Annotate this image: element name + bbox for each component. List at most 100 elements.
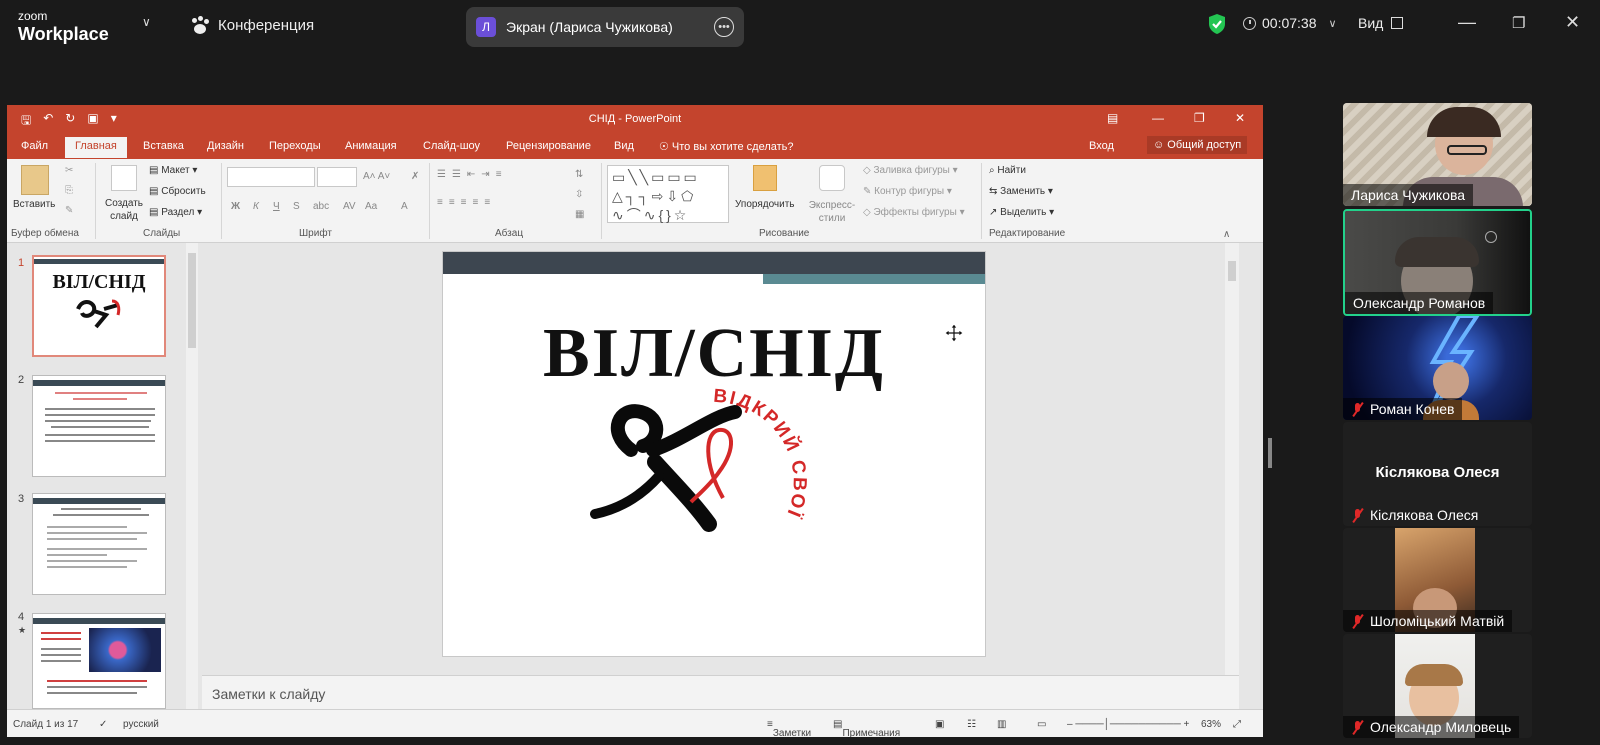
tell-me-search[interactable]: ☉ Что вы хотите сделать? xyxy=(659,140,794,153)
list-icons[interactable]: ☰☰⇤⇥≡ xyxy=(437,169,508,180)
quick-styles-button[interactable]: Экспресс-стили xyxy=(807,199,857,225)
shadow-button[interactable]: S xyxy=(293,201,300,212)
screen-share-indicator[interactable]: Л Экран (Лариса Чужикова) ••• xyxy=(466,7,744,47)
thumbnails-scrollbar[interactable] xyxy=(186,243,198,709)
tab-file[interactable]: Файл xyxy=(21,140,48,152)
strikethrough-icon[interactable]: abc xyxy=(313,201,329,212)
thumbnail-slide-2[interactable] xyxy=(32,375,166,477)
participant-tile[interactable]: Лариса Чужикова xyxy=(1343,103,1532,206)
more-options-icon[interactable]: ••• xyxy=(714,17,734,37)
participant-tile[interactable]: Кіслякова Олеся Кіслякова Олеся xyxy=(1343,422,1532,526)
clock-icon xyxy=(1243,16,1256,30)
shape-effects-label: Эффекты фигуры xyxy=(873,207,957,218)
comments-toggle[interactable]: ▤ Примечания xyxy=(833,719,900,737)
paste-icon[interactable] xyxy=(21,165,49,195)
section-button[interactable]: ▤ Раздел ▾ xyxy=(149,207,202,218)
shape-effects-button[interactable]: ◇ Эффекты фигуры ▾ xyxy=(863,207,965,218)
reset-button[interactable]: ▤ Сбросить xyxy=(149,186,206,197)
slide-sorter-icon[interactable]: ☷ xyxy=(967,719,976,730)
shield-check-icon[interactable] xyxy=(1207,13,1227,35)
tab-animations[interactable]: Анимация xyxy=(345,140,397,152)
cut-icon[interactable]: ✂ xyxy=(65,165,73,176)
shape-fill-button[interactable]: ◇ Заливка фигуры ▾ xyxy=(863,165,958,176)
bold-button[interactable]: Ж xyxy=(231,201,240,212)
close-icon[interactable]: ✕ xyxy=(1565,12,1580,33)
grow-font-icon[interactable]: A˄ A˅ xyxy=(363,171,390,182)
ppt-restore-icon[interactable]: ❐ xyxy=(1194,111,1205,125)
participant-tile[interactable]: Шоломіцький Матвій xyxy=(1343,528,1532,632)
shapes-gallery[interactable]: ▭╲╲▭▭▭ △┐┐⇨⇩⬠ ∿⌒∿{}☆ xyxy=(607,165,729,223)
ppt-minimize-icon[interactable]: — xyxy=(1152,111,1164,125)
share-button[interactable]: ☺ Общий доступ xyxy=(1147,136,1248,154)
tab-review[interactable]: Рецензирование xyxy=(506,140,591,152)
zoom-slider[interactable]: – ────│────────── + xyxy=(1067,719,1189,730)
underline-button[interactable]: Ч xyxy=(273,201,280,212)
notes-toggle[interactable]: ≡ Заметки xyxy=(767,719,811,737)
shape-fill-label: Заливка фигуры xyxy=(873,165,950,176)
spellcheck-icon[interactable]: ✓ xyxy=(99,719,107,730)
collapse-ribbon-icon[interactable]: ∧ xyxy=(1223,229,1230,240)
participant-tile[interactable]: Олександр Миловець xyxy=(1343,634,1532,738)
participant-name: Кіслякова Олеся xyxy=(1343,504,1486,526)
replace-button[interactable]: ⇆ Заменить ▾ xyxy=(989,186,1053,197)
normal-view-icon[interactable]: ▣ xyxy=(935,719,944,730)
tab-insert[interactable]: Вставка xyxy=(143,140,184,152)
font-size-select[interactable] xyxy=(317,167,357,187)
italic-button[interactable]: К xyxy=(253,201,259,212)
slide-vertical-scrollbar[interactable] xyxy=(1225,243,1239,675)
zoom-level[interactable]: 63% xyxy=(1201,719,1221,730)
font-color-button[interactable]: А xyxy=(401,201,408,212)
spacing-icon[interactable]: AV xyxy=(343,201,356,212)
arrange-button[interactable]: Упорядочить xyxy=(735,199,795,210)
language-indicator[interactable]: русский xyxy=(123,719,159,730)
thumbnail-slide-1[interactable]: ВІЛ/СНІД xyxy=(32,255,166,357)
clear-format-icon[interactable]: ✗ xyxy=(411,171,419,182)
zoom-logo[interactable]: zoom Workplace xyxy=(18,8,109,43)
tab-transitions[interactable]: Переходы xyxy=(269,140,321,152)
sign-in-link[interactable]: Вход xyxy=(1089,140,1114,152)
find-button[interactable]: ⌕ Найти xyxy=(989,165,1026,176)
select-button[interactable]: ↗ Выделить ▾ xyxy=(989,207,1054,218)
ribbon-display-icon[interactable]: ▤ xyxy=(1107,111,1118,125)
thumb-number: 2 xyxy=(18,374,25,386)
fit-slide-icon[interactable]: ⤢ xyxy=(1233,719,1241,730)
new-slide-button[interactable]: Создать слайд xyxy=(102,197,146,223)
tab-design[interactable]: Дизайн xyxy=(207,140,244,152)
chevron-down-icon[interactable]: ∨ xyxy=(142,15,151,29)
quick-styles-icon[interactable] xyxy=(819,165,845,191)
shape-outline-button[interactable]: ✎ Контур фигуры ▾ xyxy=(863,186,952,197)
participant-tile[interactable]: Роман Конев xyxy=(1343,316,1532,420)
new-slide-icon[interactable] xyxy=(111,165,137,191)
align-text-icon[interactable]: ⇳ xyxy=(575,189,583,200)
replace-label: Заменить xyxy=(1000,186,1046,197)
font-name-select[interactable] xyxy=(227,167,315,187)
text-direction-icon[interactable]: ⇅ xyxy=(575,169,583,180)
meeting-timer[interactable]: 00:07:38 ∨ xyxy=(1243,15,1337,31)
zoom-toolbar: zoom Workplace ∨ Конференция Л Экран (Ла… xyxy=(0,0,1600,50)
restore-icon[interactable]: ❐ xyxy=(1512,14,1525,32)
reading-view-icon[interactable]: ▥ xyxy=(997,719,1006,730)
thumbnail-slide-3[interactable] xyxy=(32,493,166,595)
tab-home[interactable]: Главная xyxy=(65,137,127,158)
thumb-logo-figure xyxy=(76,299,121,329)
smartart-icon[interactable]: ▦ xyxy=(575,209,584,220)
slideshow-view-icon[interactable]: ▭ xyxy=(1037,719,1046,730)
tab-view[interactable]: Вид xyxy=(614,140,634,152)
slide-notes-pane[interactable]: Заметки к слайду xyxy=(202,675,1239,709)
format-painter-icon[interactable]: ✎ xyxy=(65,205,73,216)
meeting-info-button[interactable]: Конференция xyxy=(190,16,314,34)
align-icons[interactable]: ≡≡≡≡≡ xyxy=(437,197,496,208)
ppt-close-icon[interactable]: ✕ xyxy=(1235,111,1245,125)
thumbnail-slide-4[interactable] xyxy=(32,613,166,709)
minimize-icon[interactable]: — xyxy=(1458,12,1476,33)
change-case-button[interactable]: Aa xyxy=(365,201,377,212)
view-button[interactable]: Вид xyxy=(1358,15,1404,31)
copy-icon[interactable]: ⎘ xyxy=(65,185,73,196)
layout-button[interactable]: ▤ Макет ▾ xyxy=(149,165,197,176)
tab-slideshow[interactable]: Слайд-шоу xyxy=(423,140,480,152)
paste-button[interactable]: Вставить xyxy=(13,199,55,210)
current-slide[interactable]: ВІЛ/СНІД ВІДКРИЙ СВОЇ ОЧІ xyxy=(442,251,986,657)
participant-tile-active[interactable]: Олександр Романов xyxy=(1343,209,1532,316)
arrange-icon[interactable] xyxy=(753,165,777,191)
panel-resize-handle[interactable] xyxy=(1268,438,1272,468)
